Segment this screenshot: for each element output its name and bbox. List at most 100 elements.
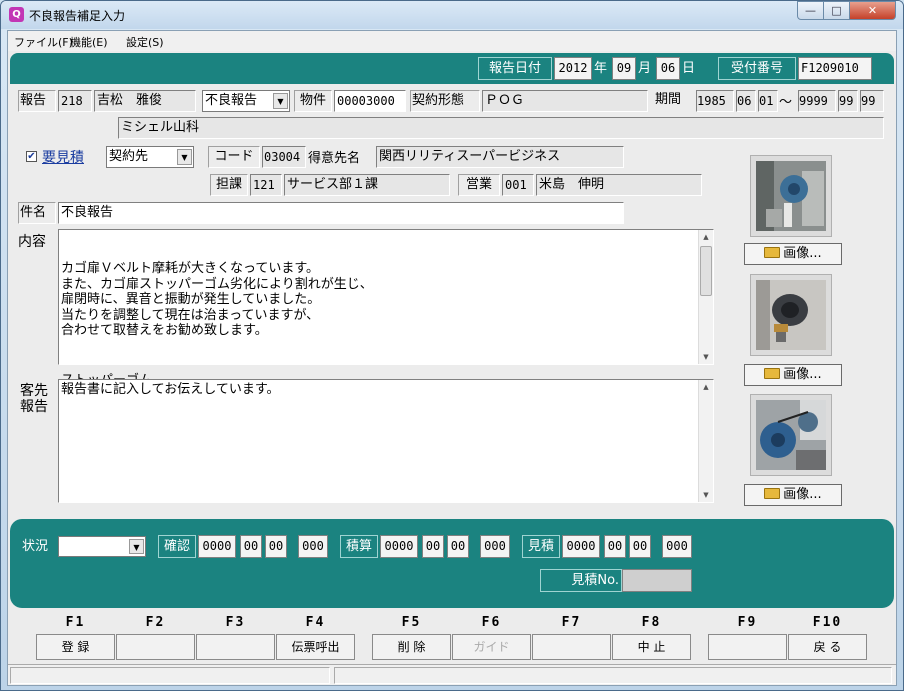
f2-button[interactable] <box>116 634 195 660</box>
chevron-down-icon[interactable]: ▼ <box>177 149 192 165</box>
section-name-field: サービス部１課 <box>284 174 450 196</box>
image-button-2[interactable]: 画像... <box>744 364 842 386</box>
back-button[interactable]: 戻 る <box>788 634 867 660</box>
period-from-year: 1985 <box>696 90 734 112</box>
delete-button[interactable]: 削 除 <box>372 634 451 660</box>
calc-seq[interactable]: 000 <box>480 535 510 558</box>
sales-label: 営業 <box>458 174 500 196</box>
photo-1-frame <box>750 155 832 237</box>
report-day-field[interactable]: 06 <box>656 57 680 80</box>
status-select[interactable]: ▼ <box>58 536 146 557</box>
property-no-field[interactable]: 00003000 <box>334 90 406 112</box>
guide-button[interactable]: ガイド <box>452 634 531 660</box>
confirm-month[interactable]: 00 <box>240 535 262 558</box>
photo-3[interactable] <box>756 400 826 470</box>
content-textarea[interactable]: カゴ扉Ｖベルト摩耗が大きくなっています。 また、カゴ扉ストッパーゴム劣化により割れ… <box>58 229 714 388</box>
contract-party-select[interactable]: 契約先 ▼ <box>106 146 194 168</box>
minimize-button[interactable]: — <box>797 1 824 20</box>
confirm-year[interactable]: 0000 <box>198 535 236 558</box>
report-year-field[interactable]: 2012 <box>554 57 592 80</box>
fkey-f9-label: F9 <box>737 615 758 630</box>
image-button-3[interactable]: 画像... <box>744 484 842 506</box>
estimate-required-label[interactable]: 要見積 <box>42 147 84 167</box>
fkey-f3-label: F3 <box>225 615 246 630</box>
menu-function[interactable]: 機能(E) <box>70 34 108 50</box>
close-button[interactable]: ✕ <box>849 1 896 20</box>
photo-2-frame <box>750 274 832 356</box>
scroll-up-icon[interactable]: ▲ <box>699 230 713 244</box>
f3-button[interactable] <box>196 634 275 660</box>
chevron-down-icon[interactable]: ▼ <box>129 539 144 554</box>
status-label: 状況 <box>22 539 49 554</box>
property-label: 物件 <box>294 90 332 112</box>
app-window: Q 不良報告補足入力 — □ ✕ ファイル(F) 機能(E) 設定(S) 報告日… <box>0 0 904 691</box>
period-label: 期間 <box>655 92 682 107</box>
cancel-button[interactable]: 中 止 <box>612 634 691 660</box>
fkey-f4-label: F4 <box>305 615 326 630</box>
scroll-up-icon[interactable]: ▲ <box>699 380 713 394</box>
title-bar[interactable]: Q 不良報告補足入力 — □ ✕ <box>1 1 903 29</box>
scroll-thumb[interactable] <box>700 246 712 296</box>
image-button-1[interactable]: 画像... <box>744 243 842 265</box>
sales-code-field[interactable]: 001 <box>502 174 534 196</box>
customer-name-field: 関西リリティスーパービジネス <box>376 146 624 168</box>
estimate-no-field[interactable] <box>622 569 692 592</box>
calc-year[interactable]: 0000 <box>380 535 418 558</box>
fkey-f10-label: F10 <box>812 615 843 630</box>
customer-report-textarea[interactable]: 報告書に記入してお伝えしています。 ▲ ▼ <box>58 379 714 503</box>
scroll-down-icon[interactable]: ▼ <box>699 488 713 502</box>
f9-button[interactable] <box>708 634 787 660</box>
estimate-day[interactable]: 00 <box>629 535 651 558</box>
receipt-no-field[interactable]: F1209010 <box>798 57 872 80</box>
app-icon: Q <box>9 7 24 22</box>
calc-label: 積算 <box>340 535 378 558</box>
section-code-field[interactable]: 121 <box>250 174 282 196</box>
estimate-seq[interactable]: 000 <box>662 535 692 558</box>
content-scrollbar[interactable]: ▲ ▼ <box>698 230 713 364</box>
client-area: ファイル(F) 機能(E) 設定(S) 報告日付 2012 年 09 月 06 … <box>7 30 897 686</box>
contract-type-label: 契約形態 <box>410 90 480 112</box>
recall-slip-button[interactable]: 伝票呼出 <box>276 634 355 660</box>
period-from-month: 06 <box>736 90 756 112</box>
maximize-button[interactable]: □ <box>823 1 850 20</box>
function-key-bar: F1 登 録 F2 F3 F4 伝票呼出 F5 削 除 F6 ガイド F7 F8… <box>36 615 876 661</box>
estimate-no-label: 見積No. <box>540 569 622 592</box>
confirm-day[interactable]: 00 <box>265 535 287 558</box>
menu-file[interactable]: ファイル(F) <box>14 34 73 50</box>
property-name-field: ミシェル山科 <box>118 117 884 139</box>
estimate-year[interactable]: 0000 <box>562 535 600 558</box>
calc-day[interactable]: 00 <box>447 535 469 558</box>
staff-code-field[interactable]: 218 <box>58 90 92 112</box>
photo-2[interactable] <box>756 280 826 350</box>
report-type-value: 不良報告 <box>205 93 258 108</box>
calc-month[interactable]: 00 <box>422 535 444 558</box>
status-pane-1 <box>10 667 330 684</box>
fkey-f8-label: F8 <box>641 615 662 630</box>
f7-button[interactable] <box>532 634 611 660</box>
menu-settings[interactable]: 設定(S) <box>126 34 164 50</box>
customer-code-field[interactable]: 03004 <box>262 146 306 168</box>
chevron-down-icon[interactable]: ▼ <box>273 93 288 109</box>
report-label: 報告 <box>18 90 56 112</box>
confirm-seq[interactable]: 000 <box>298 535 328 558</box>
report-type-select[interactable]: 不良報告 ▼ <box>202 90 290 112</box>
estimate-month[interactable]: 00 <box>604 535 626 558</box>
period-to-day: 99 <box>860 90 884 112</box>
customer-report-text: 報告書に記入してお伝えしています。 <box>61 382 280 397</box>
estimate-required-checkbox[interactable]: ✔ <box>26 151 37 162</box>
subject-field[interactable]: 不良報告 <box>58 202 624 224</box>
contract-type-field: ＰＯＧ <box>482 90 648 112</box>
photo-1[interactable] <box>756 161 826 231</box>
fkey-f5-label: F5 <box>401 615 422 630</box>
period-to-year: 9999 <box>798 90 836 112</box>
report-month-field[interactable]: 09 <box>612 57 636 80</box>
confirm-label: 確認 <box>158 535 196 558</box>
register-button[interactable]: 登 録 <box>36 634 115 660</box>
fkey-f6-label: F6 <box>481 615 502 630</box>
photo-1-image <box>756 161 826 231</box>
scroll-down-icon[interactable]: ▼ <box>699 350 713 364</box>
year-unit: 年 <box>594 61 608 76</box>
customer-report-scrollbar[interactable]: ▲ ▼ <box>698 380 713 502</box>
status-pane-2 <box>334 667 892 684</box>
contract-party-value: 契約先 <box>109 149 149 164</box>
